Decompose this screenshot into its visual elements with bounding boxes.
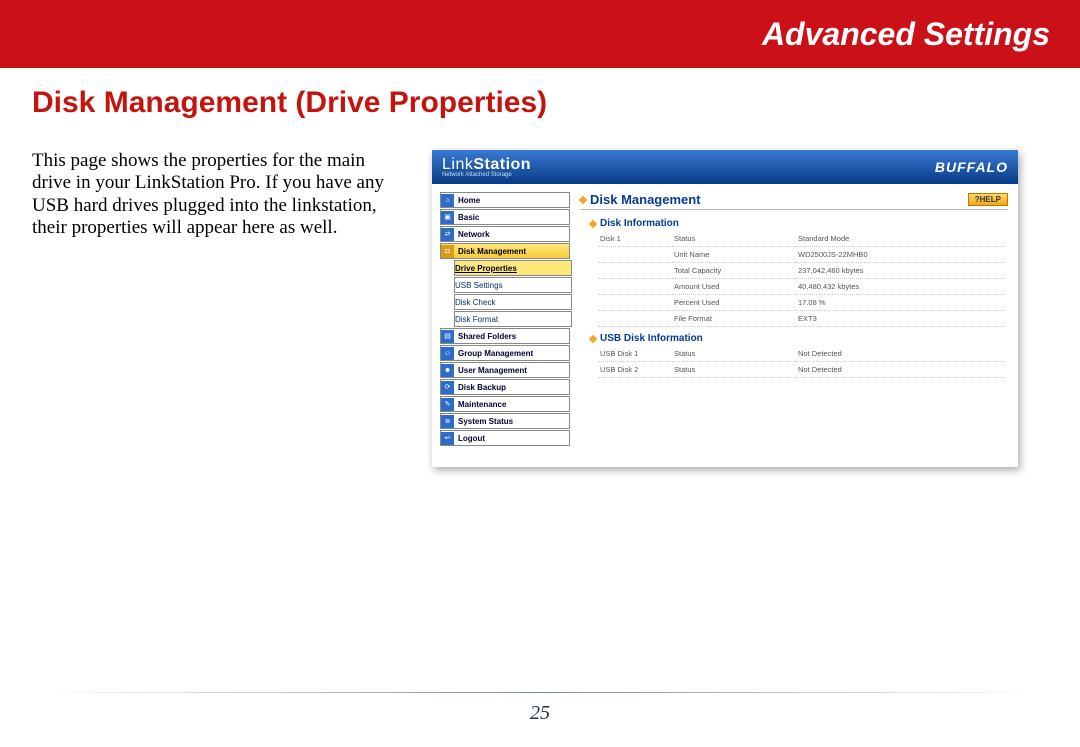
sidebar: ⌂Home ▣Basic ⇄Network ◘Disk Management D…	[432, 184, 574, 467]
nav-disk-backup[interactable]: ⟳Disk Backup	[440, 379, 570, 395]
banner: Advanced Settings	[0, 0, 1080, 68]
help-button[interactable]: ?HELP	[968, 193, 1008, 206]
logo-link: Link	[442, 156, 473, 173]
screenshot-panel: LinkStation Network Attached Storage BUF…	[432, 150, 1018, 467]
nav-user-management[interactable]: ☻User Management	[440, 362, 570, 378]
main-panel: Disk Management ?HELP Disk Information D…	[574, 184, 1018, 467]
brand-logo: BUFFALO	[935, 159, 1008, 175]
nav-group-management[interactable]: ☺Group Management	[440, 345, 570, 361]
table-row: Amount Used40,480,432 kbytes	[598, 279, 1005, 295]
network-icon: ⇄	[441, 228, 454, 241]
bullet-icon	[589, 219, 597, 227]
nav-maintenance[interactable]: ✎Maintenance	[440, 396, 570, 412]
usb-info-heading: USB Disk Information	[590, 333, 1008, 344]
nav-disk-check[interactable]: Disk Check	[454, 294, 572, 310]
nav-system-status[interactable]: ≣System Status	[440, 413, 570, 429]
panel-title-row: Disk Management ?HELP	[580, 192, 1008, 210]
usb-info-table: USB Disk 1StatusNot Detected USB Disk 2S…	[598, 346, 1005, 378]
linkstation-logo: LinkStation Network Attached Storage	[442, 156, 531, 178]
nav-usb-settings[interactable]: USB Settings	[454, 277, 572, 293]
nav-home[interactable]: ⌂Home	[440, 192, 570, 208]
nav-network[interactable]: ⇄Network	[440, 226, 570, 242]
folder-icon: ▤	[441, 330, 454, 343]
disk-info-table: Disk 1StatusStandard Mode Unit NameWD250…	[598, 231, 1005, 327]
logo-station: Station	[473, 156, 531, 173]
bullet-icon	[579, 195, 587, 203]
table-row: Total Capacity237,042,460 kbytes	[598, 263, 1005, 279]
backup-icon: ⟳	[441, 381, 454, 394]
table-row: Unit NameWD2500JS-22MHB0	[598, 247, 1005, 263]
bullet-icon	[589, 334, 597, 342]
table-row: Percent Used17.08 %	[598, 295, 1005, 311]
home-icon: ⌂	[441, 194, 454, 207]
body-text: This page shows the properties for the m…	[32, 150, 392, 467]
disk-icon: ◘	[441, 245, 454, 258]
group-icon: ☺	[441, 347, 454, 360]
nav-disk-management[interactable]: ◘Disk Management	[440, 243, 570, 259]
bottom-divider	[38, 692, 1042, 693]
nav-basic[interactable]: ▣Basic	[440, 209, 570, 225]
nav-logout[interactable]: ↩Logout	[440, 430, 570, 446]
nav-disk-format[interactable]: Disk Format	[454, 311, 572, 327]
screenshot-header: LinkStation Network Attached Storage BUF…	[432, 150, 1018, 184]
basic-icon: ▣	[441, 211, 454, 224]
maint-icon: ✎	[441, 398, 454, 411]
disk-info-heading: Disk Information	[590, 218, 1008, 229]
nav-drive-properties[interactable]: Drive Properties	[454, 260, 572, 276]
screenshot-body: ⌂Home ▣Basic ⇄Network ◘Disk Management D…	[432, 184, 1018, 467]
logout-icon: ↩	[441, 432, 454, 445]
table-row: USB Disk 1StatusNot Detected	[598, 346, 1005, 362]
user-icon: ☻	[441, 364, 454, 377]
panel-title: Disk Management	[580, 192, 701, 207]
banner-title: Advanced Settings	[762, 16, 1050, 53]
nav-shared-folders[interactable]: ▤Shared Folders	[440, 328, 570, 344]
table-row: USB Disk 2StatusNot Detected	[598, 362, 1005, 378]
page-title: Disk Management (Drive Properties)	[32, 86, 1080, 120]
table-row: File FormatEXT3	[598, 311, 1005, 327]
status-icon: ≣	[441, 415, 454, 428]
table-row: Disk 1StatusStandard Mode	[598, 231, 1005, 247]
content-row: This page shows the properties for the m…	[0, 120, 1080, 467]
page-number: 25	[0, 702, 1080, 725]
